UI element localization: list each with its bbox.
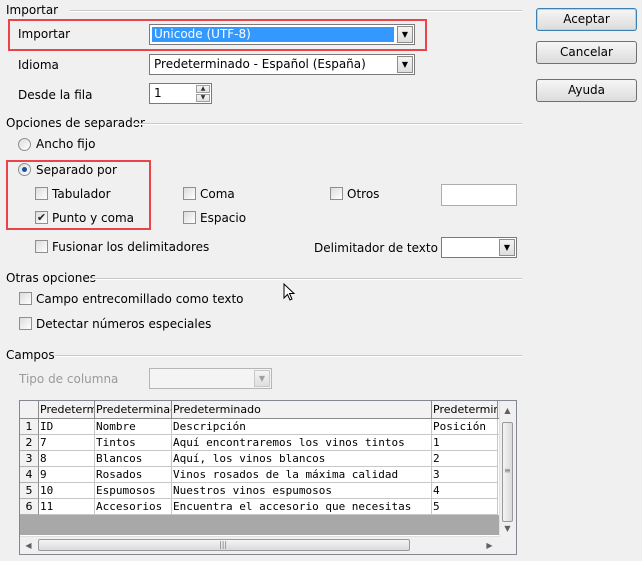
table-cell: Nombre: [95, 419, 172, 435]
semicolon-label: Punto y coma: [52, 211, 134, 225]
chevron-down-icon[interactable]: ▼: [397, 56, 413, 73]
other-options-section-title: Otras opciones: [6, 271, 96, 285]
table-cell: 11: [39, 499, 95, 515]
table-cell: 9: [39, 467, 95, 483]
language-value: Predeterminado - Español (España): [154, 57, 366, 71]
column-type-label: Tipo de columna: [19, 372, 119, 386]
table-cell: 8: [39, 451, 95, 467]
detect-special-numbers-checkbox[interactable]: [19, 317, 32, 330]
table-cell: 3: [432, 467, 498, 483]
table-cell: 10: [39, 483, 95, 499]
scroll-left-icon[interactable]: ◀: [21, 538, 36, 553]
fields-section-title: Campos: [6, 348, 55, 362]
row-number: 6: [20, 499, 39, 515]
tab-label: Tabulador: [52, 187, 111, 201]
table-cell: ID: [39, 419, 95, 435]
scrollbar-corner: [499, 537, 516, 554]
grip-icon: ≡: [504, 466, 511, 475]
spin-up-icon[interactable]: ▲: [196, 85, 210, 93]
fixed-width-radio[interactable]: [18, 138, 31, 151]
row-number: 5: [20, 483, 39, 499]
table-cell: Vinos rosados de la máxima calidad: [172, 467, 432, 483]
merge-delimiters-checkbox[interactable]: [35, 240, 48, 253]
separated-by-radio[interactable]: [18, 163, 31, 176]
checkmark-icon: ✔: [36, 211, 47, 224]
chevron-down-icon[interactable]: ▼: [254, 370, 270, 387]
table-cell: 4: [432, 483, 498, 499]
table-cell: Espumosos: [95, 483, 172, 499]
semicolon-checkbox[interactable]: ✔: [35, 211, 48, 224]
tab-checkbox[interactable]: [35, 187, 48, 200]
other-separator-input[interactable]: [441, 184, 517, 206]
other-checkbox[interactable]: [330, 187, 343, 200]
row-number: 3: [20, 451, 39, 467]
preview-grid[interactable]: Predeterminado Predeterminado Predetermi…: [19, 400, 517, 555]
cancel-button[interactable]: Cancelar: [536, 41, 637, 64]
separator-section-line: [133, 123, 522, 125]
column-header[interactable]: Predeterminado: [95, 401, 172, 419]
table-cell: Blancos: [95, 451, 172, 467]
table-cell: Rosados: [95, 467, 172, 483]
language-label: Idioma: [18, 58, 59, 72]
horizontal-scroll-thumb[interactable]: |||: [38, 539, 410, 551]
quoted-as-text-label: Campo entrecomillado como texto: [36, 292, 244, 306]
row-number: 4: [20, 467, 39, 483]
language-select[interactable]: Predeterminado - Español (España) ▼: [149, 54, 415, 75]
table-cell: Accesorios: [95, 499, 172, 515]
comma-label: Coma: [200, 187, 235, 201]
scroll-right-icon[interactable]: ▶: [482, 538, 497, 553]
from-row-spinner[interactable]: 1 ▲ ▼: [149, 83, 212, 104]
comma-checkbox[interactable]: [183, 187, 196, 200]
vertical-scrollbar[interactable]: ▲ ≡ ▼: [499, 401, 516, 537]
help-button[interactable]: Ayuda: [536, 79, 637, 102]
table-cell: Aquí, los vinos blancos: [172, 451, 432, 467]
row-number: 1: [20, 419, 39, 435]
table-cell: Descripción: [172, 419, 432, 435]
grip-icon: |||: [219, 540, 228, 549]
table-cell: Tintos: [95, 435, 172, 451]
chevron-down-icon[interactable]: ▼: [499, 239, 515, 256]
table-cell: 7: [39, 435, 95, 451]
horizontal-scrollbar[interactable]: ◀ ||| ▶: [20, 536, 500, 554]
table-cell: Posición: [432, 419, 498, 435]
table-cell: Nuestros vinos espumosos: [172, 483, 432, 499]
space-label: Espacio: [200, 211, 247, 225]
import-section-title: Importar: [6, 3, 59, 17]
row-number: 2: [20, 435, 39, 451]
separator-section-title: Opciones de separador: [6, 116, 145, 130]
fields-section-line: [55, 355, 522, 357]
fixed-width-label: Ancho fijo: [36, 137, 96, 151]
column-type-select[interactable]: ▼: [149, 368, 272, 389]
grid-empty-area: [20, 515, 500, 535]
spin-down-icon[interactable]: ▼: [196, 94, 210, 102]
table-cell: 5: [432, 499, 498, 515]
column-header[interactable]: Predeterminado: [172, 401, 432, 419]
column-header[interactable]: Predeterminado: [432, 401, 498, 419]
table-cell: 2: [432, 451, 498, 467]
table-cell: Aquí encontraremos los vinos tintos: [172, 435, 432, 451]
table-cell: Encuentra el accesorio que necesitas: [172, 499, 432, 515]
other-options-section-line: [91, 278, 522, 280]
scroll-up-icon[interactable]: ▲: [500, 403, 515, 418]
grid-corner-header: [20, 401, 39, 419]
text-delimiter-select[interactable]: ▼: [441, 237, 517, 258]
detect-special-numbers-label: Detectar números especiales: [36, 317, 212, 331]
charset-highlight-box: [8, 19, 427, 51]
other-label: Otros: [347, 187, 380, 201]
column-header[interactable]: Predeterminado: [39, 401, 95, 419]
merge-delimiters-label: Fusionar los delimitadores: [52, 240, 210, 254]
scroll-down-icon[interactable]: ▼: [500, 521, 515, 536]
space-checkbox[interactable]: [183, 211, 196, 224]
table-cell: 1: [432, 435, 498, 451]
column-type-value: [152, 371, 251, 386]
text-delimiter-label: Delimitador de texto: [314, 241, 438, 255]
quoted-as-text-checkbox[interactable]: [19, 292, 32, 305]
separated-by-label: Separado por: [36, 163, 117, 177]
import-section-line: [70, 10, 522, 12]
from-row-label: Desde la fila: [18, 88, 93, 102]
from-row-value: 1: [154, 86, 162, 100]
ok-button[interactable]: Aceptar: [536, 8, 637, 31]
mouse-pointer-icon: [283, 283, 296, 301]
vertical-scroll-thumb[interactable]: ≡: [502, 422, 513, 522]
